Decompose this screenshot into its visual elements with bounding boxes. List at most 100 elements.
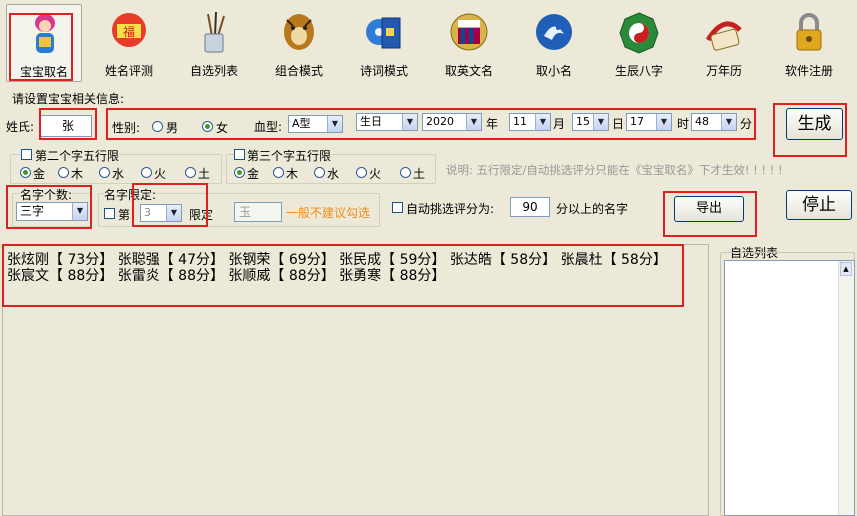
gender-male-radio[interactable] (152, 121, 163, 132)
gender-female-label: 女 (216, 121, 229, 135)
limit-position-select[interactable]: 3 ▼ (140, 204, 182, 222)
second-char-earth-radio[interactable] (185, 167, 196, 178)
name-limit-label: 名字限定: (104, 186, 157, 203)
chevron-down-icon: ▼ (72, 203, 87, 220)
result-line: 张宸文【 88分】 张雷炎【 88分】 张顺威【 88分】 张勇寒【 88分】 (7, 268, 446, 284)
generate-button[interactable]: 生成 (786, 108, 843, 140)
toolbar-english-name[interactable]: 取英文名 (431, 4, 507, 82)
toolbar-label: 取小名 (535, 64, 572, 78)
toolbar-label: 取英文名 (444, 64, 493, 78)
element-label: 金 (33, 167, 46, 181)
auto-score-input[interactable]: 90 (510, 197, 550, 217)
second-char-limit-label: 第二个字五行限 (35, 147, 120, 164)
brush-pot-icon (204, 11, 225, 53)
day-select[interactable]: 15 ▼ (572, 113, 609, 131)
gender-label: 性别: (112, 121, 141, 135)
third-char-limit-checkbox[interactable] (234, 149, 245, 160)
limit-hint: 一般不建议勾选 (286, 206, 371, 220)
day-unit: 日 (612, 117, 625, 131)
toolbar-label: 姓名评测 (104, 64, 153, 78)
toolbar: 宝宝取名 福 姓名评测 自选列表 组合模式 诗词模式 取英文名 取小名 生辰八字… (0, 0, 857, 86)
element-label: 木 (71, 167, 84, 181)
year-unit: 年 (486, 117, 499, 131)
toolbar-nickname[interactable]: 取小名 (516, 4, 592, 82)
toolbar-perpetual-calendar[interactable]: 万年历 (686, 4, 762, 82)
element-label: 金 (247, 167, 260, 181)
name-count-select[interactable]: 三字 ▼ (16, 202, 88, 221)
third-char-wood-radio[interactable] (273, 167, 284, 178)
gender-male-label: 男 (166, 121, 179, 135)
toolbar-baby-naming[interactable]: 宝宝取名 (6, 4, 82, 82)
hour-select[interactable]: 17 ▼ (626, 113, 672, 131)
year-select[interactable]: 2020 ▼ (422, 113, 482, 131)
usage-note: 说明: 五行限定/自动挑选评分只能在《宝宝取名》下才生效! ! ! ! ! (446, 163, 783, 177)
element-label: 火 (154, 167, 167, 181)
toolbar-eight-characters[interactable]: 生辰八字 (601, 4, 677, 82)
toolbar-custom-list[interactable]: 自选列表 (176, 4, 252, 82)
toolbar-name-evaluation[interactable]: 福 姓名评测 (91, 4, 167, 82)
blood-type-label: 血型: (254, 120, 283, 134)
element-label: 水 (327, 167, 340, 181)
auto-score-checkbox[interactable] (392, 202, 403, 213)
export-button[interactable]: 导出 (674, 196, 744, 222)
limit-suffix: 限定 (189, 208, 214, 222)
bagua-icon (619, 12, 659, 54)
toolbar-label: 生辰八字 (614, 64, 663, 78)
custom-list-box[interactable]: ▲ (724, 260, 855, 516)
auto-score-suffix: 分以上的名字 (556, 202, 629, 216)
second-char-limit-checkbox[interactable] (21, 149, 32, 160)
element-label: 水 (112, 167, 125, 181)
chevron-down-icon: ▼ (466, 114, 481, 130)
gender-female-radio[interactable] (202, 121, 213, 132)
calendar-scroll-icon (705, 21, 742, 51)
toolbar-label: 自选列表 (189, 64, 238, 78)
chevron-down-icon: ▼ (327, 116, 342, 132)
svg-text:福: 福 (123, 24, 135, 39)
second-char-water-radio[interactable] (99, 167, 110, 178)
toolbar-label: 诗词模式 (359, 64, 408, 78)
second-char-fire-radio[interactable] (141, 167, 152, 178)
results-panel[interactable]: 张炫刚【 73分】 张聪强【 47分】 张钢荣【 69分】 张民成【 59分】 … (2, 244, 709, 516)
element-label: 土 (198, 167, 211, 181)
date-type-select[interactable]: 生日 ▼ (356, 113, 418, 131)
third-char-earth-radio[interactable] (400, 167, 411, 178)
element-label: 土 (413, 167, 426, 181)
second-char-wood-radio[interactable] (58, 167, 69, 178)
chevron-down-icon: ▼ (656, 114, 671, 130)
chevron-down-icon: ▼ (535, 114, 550, 130)
chevron-down-icon: ▼ (721, 114, 736, 130)
blood-type-select[interactable]: A型 ▼ (288, 115, 343, 133)
third-char-metal-radio[interactable] (234, 167, 245, 178)
auto-score-label: 自动挑选评分为: (406, 202, 495, 216)
barcelona-badge-icon (450, 13, 488, 51)
scroll-up-icon[interactable]: ▲ (840, 262, 852, 276)
second-char-metal-radio[interactable] (20, 167, 31, 178)
chevron-down-icon: ▼ (166, 205, 181, 221)
month-unit: 月 (553, 117, 566, 131)
third-char-water-radio[interactable] (314, 167, 325, 178)
toolbar-combination-mode[interactable]: 组合模式 (261, 4, 337, 82)
scrollbar[interactable]: ▲ (838, 261, 854, 515)
minute-unit: 分 (740, 117, 753, 131)
fu-lantern-icon: 福 (112, 13, 146, 47)
toolbar-software-registration[interactable]: 软件注册 (771, 4, 847, 82)
section-title: 请设置宝宝相关信息: (12, 92, 125, 106)
limit-char-input[interactable]: 玉 (234, 202, 282, 222)
chevron-down-icon: ▼ (402, 114, 417, 130)
name-count-label: 名字个数: (20, 186, 73, 203)
element-label: 木 (286, 167, 299, 181)
third-char-fire-radio[interactable] (356, 167, 367, 178)
hour-unit: 时 (677, 117, 690, 131)
surname-input[interactable]: 张 (40, 115, 92, 137)
minute-select[interactable]: 48 ▼ (691, 113, 737, 131)
toolbar-label: 组合模式 (274, 64, 323, 78)
name-limit-checkbox[interactable] (104, 208, 115, 219)
toolbar-label: 万年历 (705, 64, 742, 78)
book-disc-icon (366, 17, 401, 49)
baby-icon (35, 14, 55, 53)
chevron-down-icon: ▼ (593, 114, 608, 130)
stop-button[interactable]: 停止 (786, 190, 852, 220)
surname-label: 姓氏: (6, 120, 35, 134)
toolbar-poetry-mode[interactable]: 诗词模式 (346, 4, 422, 82)
month-select[interactable]: 11 ▼ (509, 113, 551, 131)
